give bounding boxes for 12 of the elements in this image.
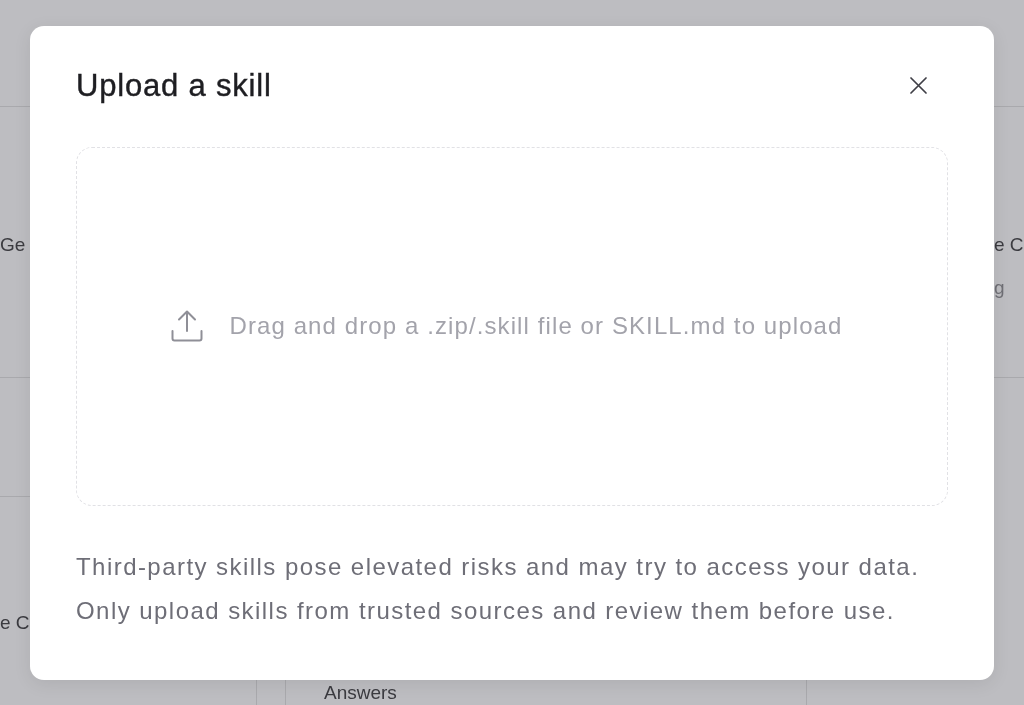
drop-prompt: Drag and drop a .zip/.skill file or SKILL.md to upload <box>229 311 843 341</box>
card-title: Ge <box>0 233 26 257</box>
dialog-title: Upload a skill <box>76 66 272 105</box>
file-drop-zone[interactable]: Drag and drop a .zip/.skill file or SKILL.md to upload <box>76 146 948 506</box>
warning-text: Only upload skills from trusted sources and review them before use. <box>76 595 896 626</box>
card-title: Answers <box>324 681 397 705</box>
warning-text: Third-party skills pose elevated risks and may try to access your data. <box>76 551 921 582</box>
card-subtitle: g <box>994 276 1005 300</box>
upload-icon <box>171 310 204 342</box>
card-title: e C <box>994 233 1024 257</box>
close-icon <box>910 77 927 94</box>
card-title: e C <box>0 611 30 635</box>
